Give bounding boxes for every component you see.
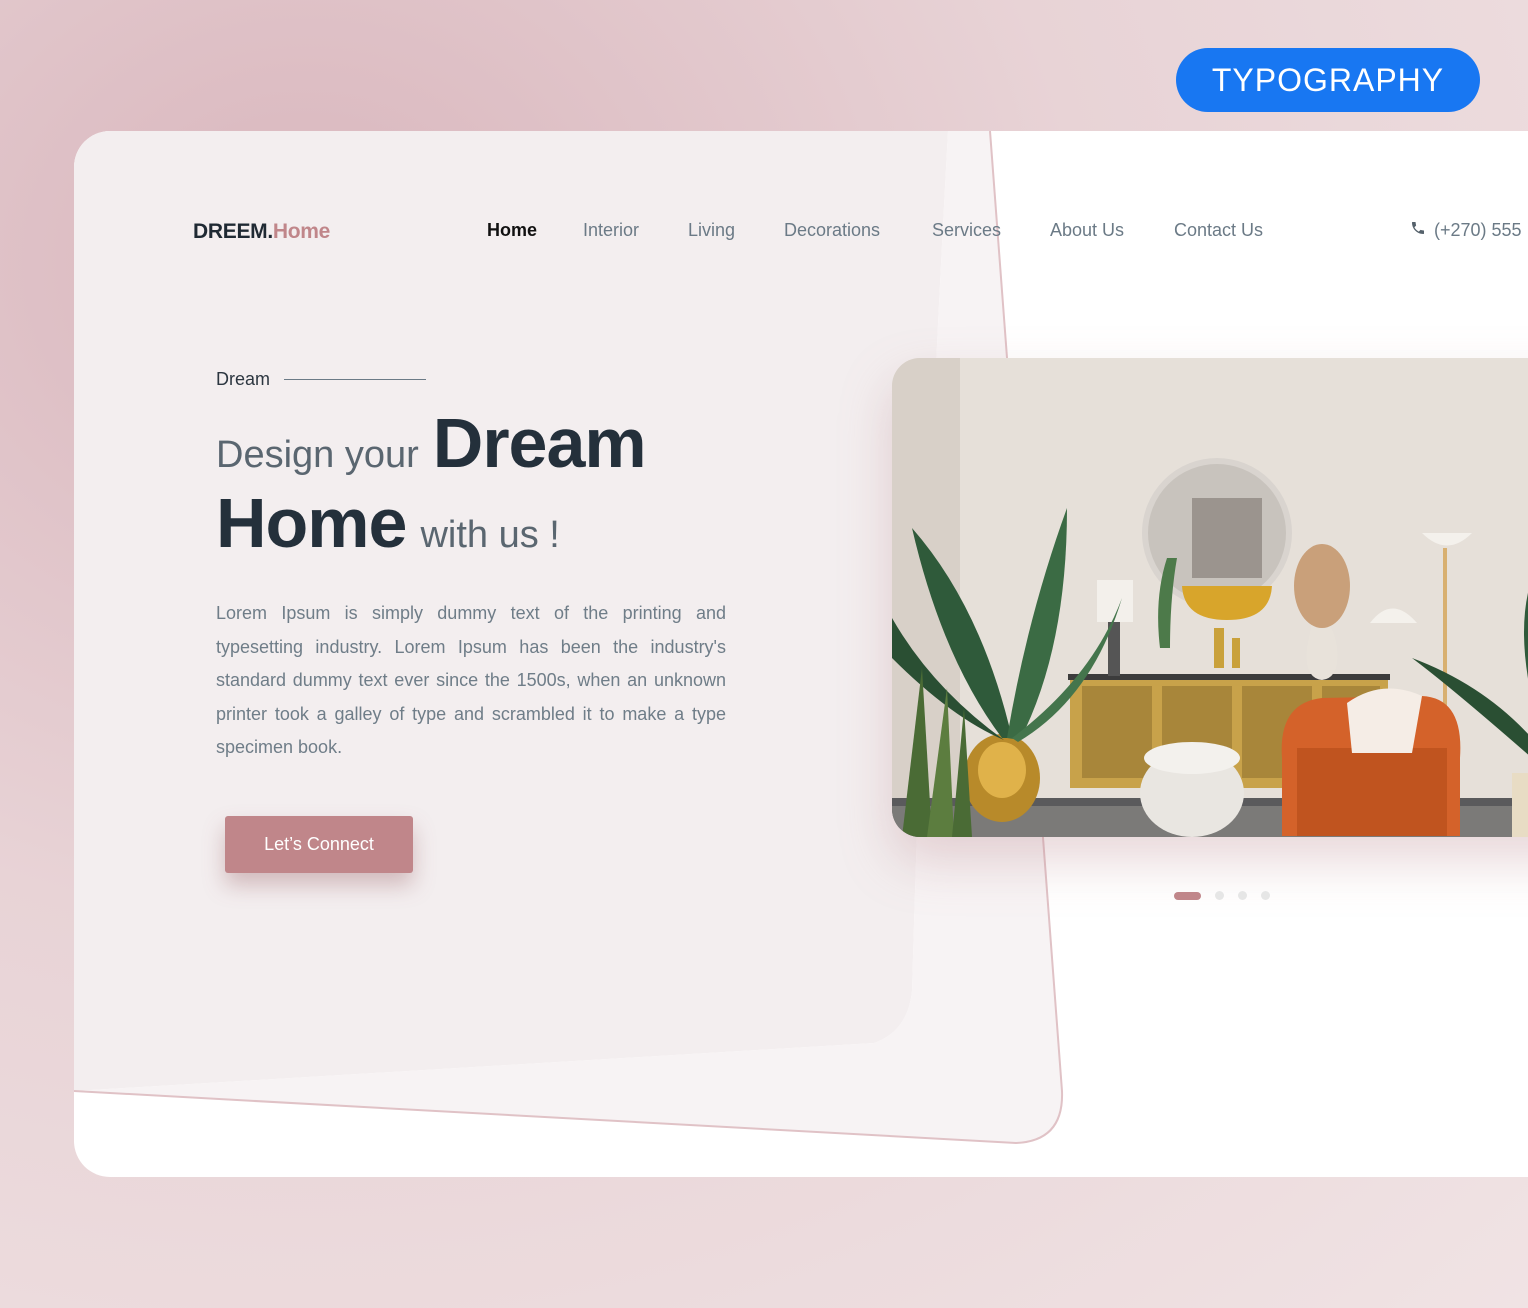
nav-services[interactable]: Services	[932, 220, 1001, 241]
logo-accent: Home	[272, 220, 331, 243]
carousel-dot-2[interactable]	[1215, 891, 1224, 900]
hero-description: Lorem Ipsum is simply dummy text of the …	[216, 603, 726, 758]
phone-icon	[1410, 220, 1426, 241]
nav-decorations[interactable]: Decorations	[784, 220, 880, 241]
carousel-indicators	[1174, 891, 1270, 900]
phone-number: (+270) 555	[1434, 220, 1522, 240]
nav-living[interactable]: Living	[688, 220, 735, 241]
nav-interior[interactable]: Interior	[583, 220, 639, 241]
carousel-dot-3[interactable]	[1238, 891, 1247, 900]
carousel-dot-4[interactable]	[1261, 891, 1270, 900]
nav-home[interactable]: Home	[487, 220, 537, 241]
eyebrow-label: Dream	[216, 369, 271, 389]
hero-image	[892, 358, 1528, 837]
hero-eyebrow: Dream	[216, 369, 427, 390]
living-room-illustration	[892, 358, 1528, 837]
headline-light-1: Design your	[216, 434, 419, 476]
phone-contact[interactable]: (+270) 555	[1410, 220, 1522, 241]
headline-bold-1: Dream	[432, 404, 647, 482]
hero-headline: Design your Dream Home with us !	[216, 403, 647, 563]
logo[interactable]: DREEM.Home	[193, 220, 330, 244]
carousel-dot-1[interactable]	[1174, 891, 1201, 900]
nav-contact-us[interactable]: Contact Us	[1174, 220, 1263, 241]
website-card: DREEM.Home Home Interior Living Decorati…	[74, 131, 1528, 1177]
logo-main: DREEM.	[193, 220, 273, 243]
typography-badge: TYPOGRAPHY	[1176, 48, 1480, 112]
lets-connect-button[interactable]: Let’s Connect	[225, 816, 413, 873]
nav-about-us[interactable]: About Us	[1050, 220, 1124, 241]
eyebrow-divider	[284, 379, 427, 380]
headline-light-2: with us !	[420, 514, 560, 556]
headline-bold-2: Home	[216, 484, 407, 562]
